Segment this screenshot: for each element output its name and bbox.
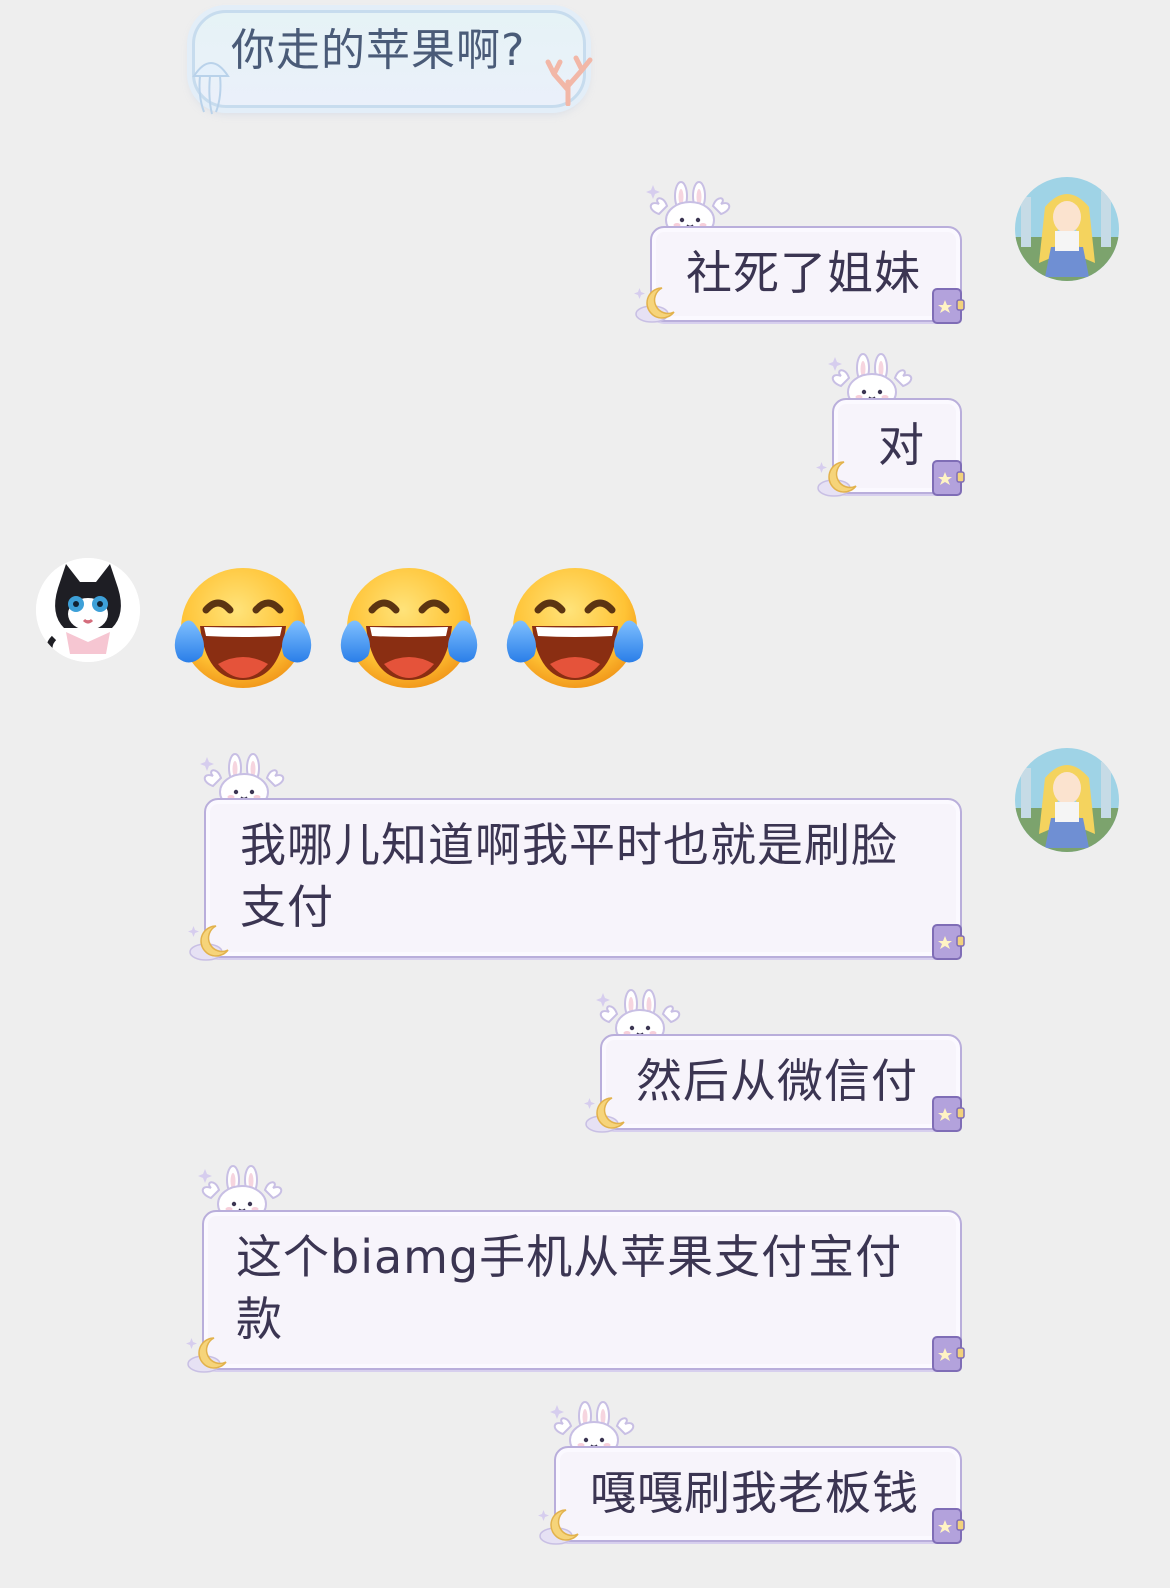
face-with-tears-of-joy-icon (168, 562, 318, 692)
message-bubble-other[interactable]: 你走的苹果啊? (192, 10, 586, 108)
message-bubble-self[interactable]: 对 (832, 398, 962, 494)
face-with-tears-of-joy-icon (500, 562, 650, 692)
avatar-self[interactable] (1015, 748, 1119, 852)
emoji-message[interactable] (168, 562, 668, 696)
message-bubble-self[interactable]: 嘎嘎刷我老板钱 (554, 1446, 962, 1542)
message-bubble-self[interactable]: 社死了姐妹 (650, 226, 962, 322)
avatar-other[interactable] (36, 558, 140, 662)
face-with-tears-of-joy-icon (334, 562, 484, 692)
message-text: 我哪儿知道啊我平时也就是刷脸支付 (240, 818, 898, 934)
message-bubble-self[interactable]: 然后从微信付 (600, 1034, 962, 1130)
message-text: 这个biamg手机从苹果支付宝付款 (236, 1230, 903, 1346)
message-text: 嘎嘎刷我老板钱 (590, 1466, 919, 1520)
message-text: 然后从微信付 (636, 1054, 918, 1108)
message-bubble-self[interactable]: 这个biamg手机从苹果支付宝付款 (202, 1210, 962, 1370)
message-bubble-self[interactable]: 我哪儿知道啊我平时也就是刷脸支付 (204, 798, 962, 958)
message-text: 你走的苹果啊? (231, 25, 526, 76)
message-text: 社死了姐妹 (686, 246, 921, 300)
message-text: 对 (878, 418, 925, 472)
avatar-self[interactable] (1015, 177, 1119, 281)
